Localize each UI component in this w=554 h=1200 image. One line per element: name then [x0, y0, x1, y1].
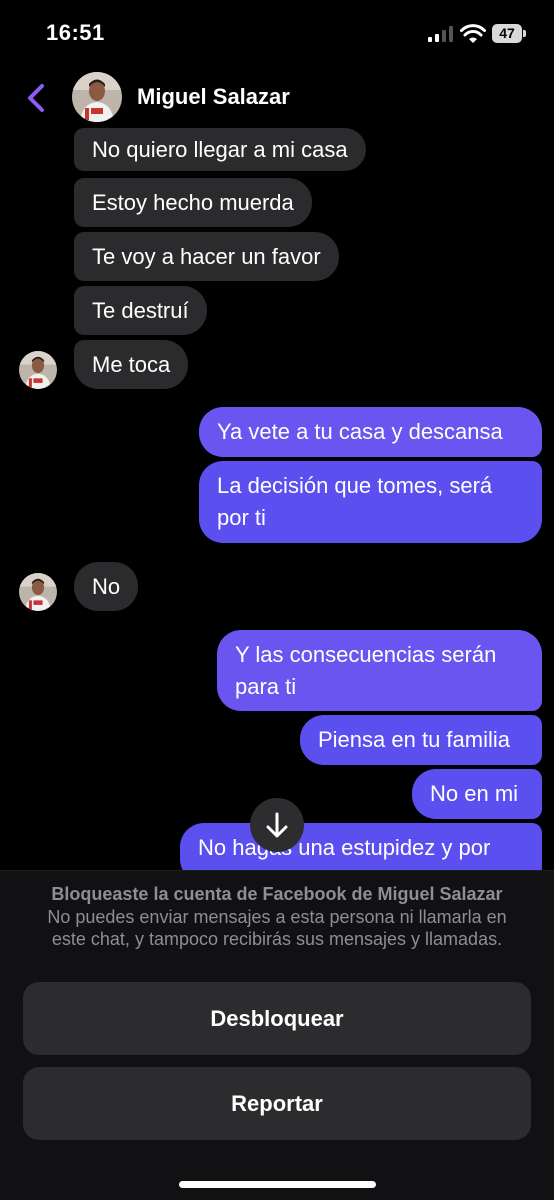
unblock-button[interactable]: Desbloquear — [23, 982, 531, 1055]
battery-icon: 47 — [492, 24, 526, 43]
chat-screen: 16:51 47 Miguel Salazar No quiero llegar… — [0, 0, 554, 1200]
home-indicator[interactable] — [179, 1181, 376, 1188]
message-outgoing[interactable]: Y las consecuencias serán para ti — [217, 630, 542, 711]
battery-tip — [523, 30, 526, 37]
contact-name[interactable]: Miguel Salazar — [137, 84, 290, 110]
sender-avatar[interactable] — [19, 573, 57, 611]
message-outgoing[interactable]: La decisión que tomes, será por ti — [199, 461, 542, 543]
sender-avatar[interactable] — [19, 351, 57, 389]
signal-icon — [428, 26, 453, 42]
status-time: 16:51 — [46, 20, 105, 45]
chevron-left-icon[interactable] — [20, 80, 50, 116]
message-incoming[interactable]: No — [74, 562, 139, 611]
wifi-icon — [460, 24, 486, 43]
blocked-notice-title: Bloqueaste la cuenta de Facebook de Migu… — [51, 884, 503, 904]
message-incoming[interactable]: Me toca — [74, 340, 189, 389]
report-button[interactable]: Reportar — [23, 1067, 531, 1140]
message-incoming[interactable]: Te voy a hacer un favor — [74, 232, 339, 281]
message-incoming[interactable]: Estoy hecho muerda — [74, 178, 312, 227]
battery-level: 47 — [492, 24, 522, 43]
contact-avatar[interactable] — [72, 72, 122, 122]
message-incoming[interactable]: Te destruí — [74, 286, 207, 335]
arrow-down-icon — [266, 812, 288, 838]
message-outgoing[interactable]: Ya vete a tu casa y descansa — [199, 407, 542, 457]
scroll-to-bottom-button[interactable] — [250, 798, 304, 852]
message-outgoing[interactable]: Piensa en tu familia — [300, 715, 542, 765]
message-outgoing[interactable]: No en mi — [412, 769, 542, 819]
message-incoming[interactable]: No quiero llegar a mi casa — [74, 128, 366, 171]
blocked-notice-text: No puedes enviar mensajes a esta persona… — [47, 907, 507, 949]
